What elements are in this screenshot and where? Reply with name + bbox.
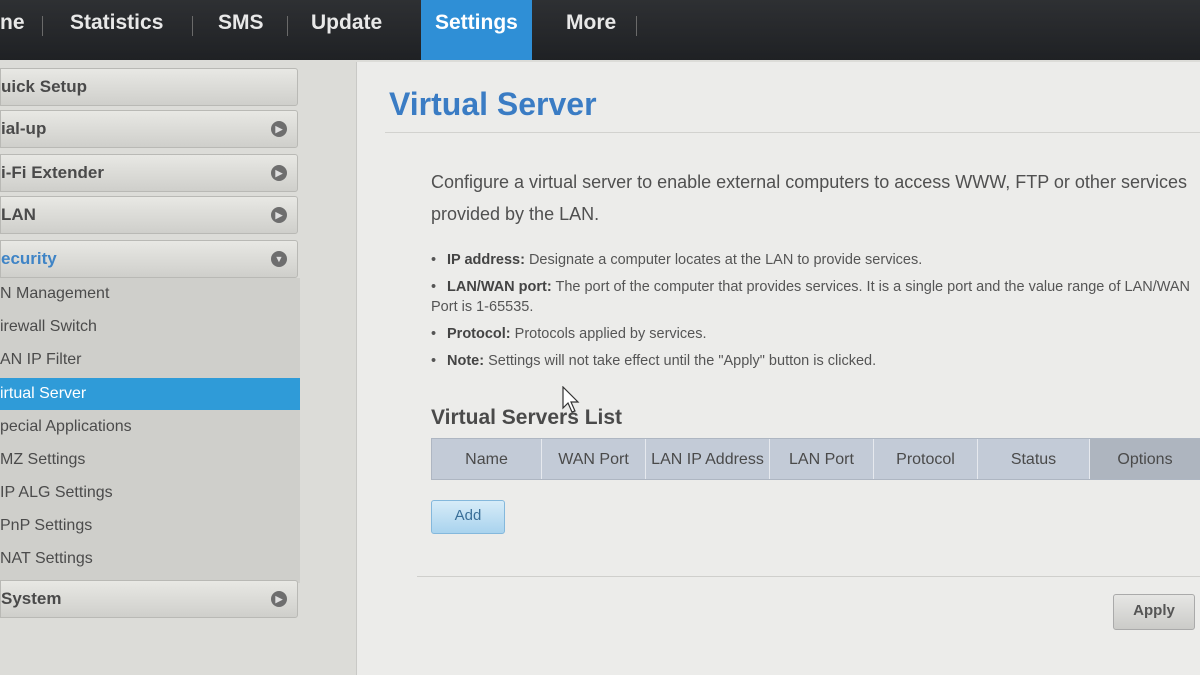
sidebar-section-quick-setup[interactable]: uick Setup [0, 68, 298, 106]
note-apply: • Note: Settings will not take effect unt… [431, 351, 1200, 371]
sidebar-section-dial-up[interactable]: ial-up ▶ [0, 110, 298, 148]
note-term: Protocol: [447, 326, 511, 342]
sidebar-section-label: System [1, 589, 62, 608]
list-title: Virtual Servers List [431, 406, 623, 429]
sidebar-item-virtual-server[interactable]: irtual Server [0, 378, 300, 410]
nav-statistics[interactable]: Statistics [70, 0, 163, 60]
sidebar-item-lan-ip-filter[interactable]: AN IP Filter [0, 344, 300, 376]
table-header-lan-ip-address: LAN IP Address [646, 439, 770, 479]
security-submenu: N Management irewall Switch AN IP Filter… [0, 278, 300, 583]
apply-button[interactable]: Apply [1113, 594, 1195, 630]
nav-settings[interactable]: Settings [421, 0, 532, 60]
table-header-protocol: Protocol [874, 439, 978, 479]
main-content: Virtual Server Configure a virtual serve… [356, 62, 1200, 675]
nav-update[interactable]: Update [311, 0, 382, 60]
sidebar-section-label: uick Setup [1, 77, 87, 96]
sidebar-section-wlan[interactable]: LAN ▶ [0, 196, 298, 234]
sidebar-section-system[interactable]: System ▶ [0, 580, 298, 618]
expand-icon[interactable]: ▶ [271, 121, 287, 137]
sidebar-item-upnp-settings[interactable]: PnP Settings [0, 510, 300, 542]
note-text: Settings will not take effect until the … [484, 353, 877, 369]
divider [385, 132, 1200, 133]
note-term: Note: [447, 353, 485, 369]
nav-separator [42, 16, 43, 36]
sidebar-section-security[interactable]: ecurity ▼ [0, 240, 298, 278]
mouse-cursor-icon [562, 386, 580, 413]
divider [417, 576, 1200, 577]
nav-separator [636, 16, 637, 36]
top-navigation: ne Statistics SMS Update Settings More [0, 0, 1200, 60]
nav-separator [287, 16, 288, 36]
nav-separator [192, 16, 193, 36]
nav-sms[interactable]: SMS [218, 0, 264, 60]
bullet-icon: • [431, 252, 437, 268]
expand-icon[interactable]: ▶ [271, 207, 287, 223]
sidebar-item-pin-management[interactable]: N Management [0, 278, 300, 310]
table-header-status: Status [978, 439, 1090, 479]
note-text: Protocols applied by services. [510, 326, 707, 342]
nav-home[interactable]: ne [0, 0, 25, 60]
bullet-icon: • [431, 279, 437, 295]
sidebar-section-label: LAN [1, 205, 36, 224]
note-lan-wan-port: • LAN/WAN port: The port of the computer … [431, 277, 1200, 317]
help-notes: • IP address: Designate a computer locate… [431, 250, 1200, 378]
intro-text: Configure a virtual server to enable ext… [431, 172, 1187, 224]
page-title: Virtual Server [389, 86, 597, 122]
collapse-icon[interactable]: ▼ [271, 251, 287, 267]
virtual-servers-table: Name WAN Port LAN IP Address LAN Port Pr… [431, 438, 1200, 480]
bullet-icon: • [431, 353, 437, 369]
sidebar-section-label: ial-up [1, 119, 47, 138]
expand-icon[interactable]: ▶ [271, 165, 287, 181]
note-term: LAN/WAN port: [447, 279, 552, 295]
sidebar: uick Setup ial-up ▶ i-Fi Extender ▶ LAN … [0, 62, 300, 675]
sidebar-item-special-applications[interactable]: pecial Applications [0, 411, 300, 443]
bullet-icon: • [431, 326, 437, 342]
table-header-lan-port: LAN Port [770, 439, 874, 479]
expand-icon[interactable]: ▶ [271, 591, 287, 607]
sidebar-section-label: ecurity [1, 249, 57, 268]
sidebar-item-dmz-settings[interactable]: MZ Settings [0, 444, 300, 476]
note-ip-address: • IP address: Designate a computer locate… [431, 250, 1200, 270]
sidebar-section-label: i-Fi Extender [1, 163, 104, 182]
table-header-wan-port: WAN Port [542, 439, 646, 479]
table-header-options: Options [1090, 439, 1200, 479]
sidebar-section-wifi-extender[interactable]: i-Fi Extender ▶ [0, 154, 298, 192]
nav-more[interactable]: More [566, 0, 616, 60]
sidebar-item-firewall-switch[interactable]: irewall Switch [0, 311, 300, 343]
sidebar-item-nat-settings[interactable]: NAT Settings [0, 543, 300, 575]
sidebar-item-sip-alg-settings[interactable]: IP ALG Settings [0, 477, 300, 509]
table-header-name: Name [432, 439, 542, 479]
add-button[interactable]: Add [431, 500, 505, 534]
note-protocol: • Protocol: Protocols applied by services… [431, 324, 1200, 344]
note-text: Designate a computer locates at the LAN … [524, 252, 923, 268]
note-term: IP address: [447, 252, 525, 268]
